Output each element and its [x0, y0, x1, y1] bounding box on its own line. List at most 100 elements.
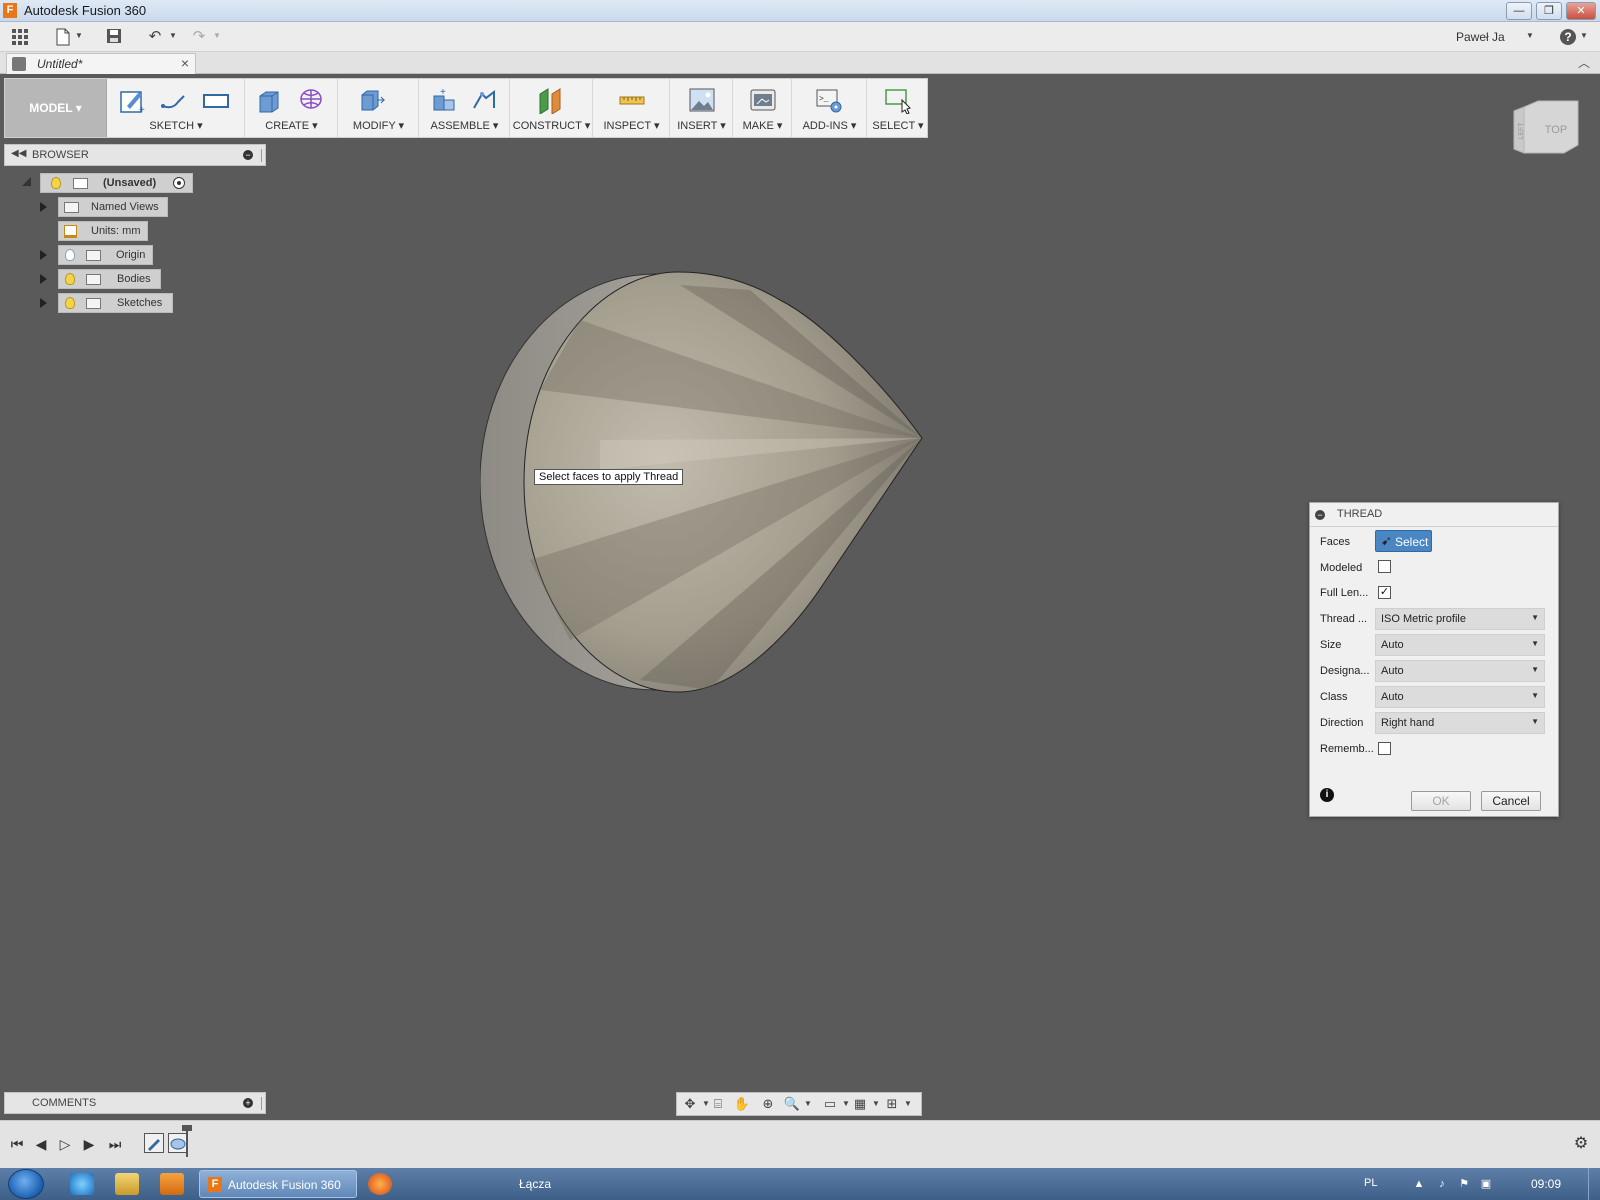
- select-group[interactable]: SELECT ▾: [868, 79, 928, 137]
- fit-caret-icon[interactable]: ▼: [799, 1096, 817, 1112]
- scripts-add-ins-icon[interactable]: >_: [815, 86, 843, 114]
- inspect-group[interactable]: INSPECT ▾: [594, 79, 670, 137]
- play-icon[interactable]: ▷: [56, 1135, 74, 1153]
- thread-dialog-header[interactable]: − THREAD: [1310, 503, 1558, 527]
- save-icon[interactable]: [104, 28, 124, 46]
- visibility-bulb-icon[interactable]: [65, 297, 75, 309]
- faces-select-button[interactable]: ➹ Select: [1375, 530, 1432, 552]
- restore-button[interactable]: ❐: [1536, 2, 1562, 20]
- help-caret-icon[interactable]: ▼: [1580, 31, 1588, 40]
- sketches-expander-icon[interactable]: [40, 298, 47, 308]
- sketch-rectangle-icon[interactable]: [202, 86, 230, 114]
- timeline-marker-handle[interactable]: [182, 1125, 192, 1131]
- show-hidden-icons-icon[interactable]: ▲: [1413, 1178, 1425, 1190]
- taskbar-fusion-button[interactable]: F Autodesk Fusion 360: [199, 1170, 357, 1198]
- input-language[interactable]: PL: [1364, 1177, 1377, 1189]
- undo-caret-icon[interactable]: ▼: [169, 31, 177, 40]
- browser-item-origin[interactable]: Origin: [58, 245, 153, 265]
- document-tab[interactable]: Untitled* ×: [6, 53, 196, 74]
- browser-item-bodies[interactable]: Bodies: [58, 269, 161, 289]
- bodies-expander-icon[interactable]: [40, 274, 47, 284]
- browser-root-node[interactable]: (Unsaved): [40, 173, 193, 193]
- timeline-sketch-feature[interactable]: [144, 1133, 164, 1153]
- sketch-group[interactable]: + SKETCH ▾: [108, 79, 245, 137]
- full-length-checkbox[interactable]: ✓: [1378, 586, 1391, 599]
- redo-caret-icon[interactable]: ▼: [213, 31, 221, 40]
- timeline-marker[interactable]: [186, 1127, 188, 1157]
- step-back-icon[interactable]: ◀: [32, 1135, 50, 1153]
- internet-explorer-icon[interactable]: [70, 1173, 94, 1195]
- size-dropdown[interactable]: Auto ▼: [1375, 634, 1545, 656]
- 3d-print-icon[interactable]: [749, 86, 777, 114]
- origin-expander-icon[interactable]: [40, 250, 47, 260]
- undo-icon[interactable]: ↶: [145, 28, 165, 46]
- browser-item-units[interactable]: Units: mm: [58, 221, 148, 241]
- class-dropdown[interactable]: Auto ▼: [1375, 686, 1545, 708]
- browser-item-sketches[interactable]: Sketches: [58, 293, 173, 313]
- go-to-start-icon[interactable]: ⏮: [8, 1135, 26, 1153]
- insert-group[interactable]: INSERT ▾: [671, 79, 733, 137]
- show-desktop-button[interactable]: [1588, 1168, 1600, 1200]
- viewcube-top-label[interactable]: TOP: [1545, 124, 1567, 136]
- root-expander-icon[interactable]: [22, 177, 31, 186]
- named-views-expander-icon[interactable]: [40, 202, 47, 212]
- pan-hand-icon[interactable]: ✋: [733, 1096, 751, 1112]
- ok-button[interactable]: OK: [1411, 791, 1471, 811]
- thread-type-dropdown[interactable]: ISO Metric profile ▼: [1375, 608, 1545, 630]
- collapse-browser-icon[interactable]: ◀◀: [11, 148, 26, 159]
- add-comment-icon[interactable]: +: [243, 1098, 253, 1108]
- workspace-switcher-button[interactable]: MODEL ▾: [5, 79, 107, 137]
- start-button[interactable]: [8, 1169, 44, 1199]
- create-group[interactable]: CREATE ▾: [246, 79, 338, 137]
- apps-grid-icon[interactable]: [10, 28, 30, 46]
- question-circle-icon[interactable]: ?: [1558, 28, 1578, 46]
- joint-icon[interactable]: [470, 86, 498, 114]
- press-pull-icon[interactable]: [357, 86, 385, 114]
- dialog-collapse-icon[interactable]: −: [1315, 510, 1325, 520]
- look-at-icon[interactable]: ⌸: [709, 1096, 727, 1112]
- new-component-icon[interactable]: +: [430, 86, 458, 114]
- zoom-icon[interactable]: ⊕: [759, 1096, 777, 1112]
- volume-icon[interactable]: ♪: [1436, 1178, 1448, 1190]
- modify-group[interactable]: MODIFY ▾: [339, 79, 419, 137]
- file-menu-caret-icon[interactable]: ▼: [75, 31, 83, 40]
- visibility-bulb-off-icon[interactable]: [65, 249, 75, 261]
- action-center-flag-icon[interactable]: ⚑: [1458, 1178, 1470, 1190]
- create-sketch-icon[interactable]: +: [119, 86, 147, 114]
- make-group[interactable]: MAKE ▾: [734, 79, 792, 137]
- file-explorer-icon[interactable]: [115, 1173, 139, 1195]
- go-to-end-icon[interactable]: ⏭: [106, 1135, 124, 1153]
- viewcube[interactable]: TOP LEFT: [1512, 97, 1580, 155]
- firefox-icon[interactable]: [368, 1173, 392, 1195]
- comments-panel-header[interactable]: COMMENTS +: [4, 1092, 266, 1114]
- extrude-icon[interactable]: [256, 86, 284, 114]
- timeline-revolve-feature[interactable]: [168, 1133, 188, 1153]
- minimize-button[interactable]: —: [1506, 2, 1532, 20]
- browser-resize-grip[interactable]: [261, 149, 263, 162]
- visibility-bulb-icon[interactable]: [65, 273, 75, 285]
- offset-plane-icon[interactable]: [537, 86, 565, 114]
- form-icon[interactable]: [298, 86, 326, 114]
- redo-icon[interactable]: ↷: [189, 28, 209, 46]
- file-menu-icon[interactable]: [53, 28, 73, 46]
- close-tab-icon[interactable]: ×: [181, 55, 189, 71]
- collapse-toolbar-icon[interactable]: ︿: [1578, 54, 1590, 71]
- measure-icon[interactable]: [618, 86, 646, 114]
- direction-dropdown[interactable]: Right hand ▼: [1375, 712, 1545, 734]
- modeled-checkbox[interactable]: [1378, 560, 1391, 573]
- step-forward-icon[interactable]: ▶: [80, 1135, 98, 1153]
- info-icon[interactable]: i: [1320, 788, 1334, 802]
- assemble-group[interactable]: + ASSEMBLE ▾: [420, 79, 510, 137]
- taskbar-links-toolbar[interactable]: Łącza: [519, 1177, 551, 1191]
- select-window-icon[interactable]: [884, 86, 912, 114]
- user-name[interactable]: Paweł Ja: [1456, 30, 1505, 44]
- network-icon[interactable]: ▣: [1480, 1178, 1492, 1190]
- viewports-caret-icon[interactable]: ▼: [899, 1096, 917, 1112]
- browser-item-named-views[interactable]: Named Views: [58, 197, 168, 217]
- remember-checkbox[interactable]: [1378, 742, 1391, 755]
- sketch-line-icon[interactable]: [160, 86, 188, 114]
- comments-resize-grip[interactable]: [261, 1097, 263, 1110]
- timeline-settings-gear-icon[interactable]: ⚙: [1572, 1135, 1590, 1153]
- construct-group[interactable]: CONSTRUCT ▾: [511, 79, 593, 137]
- taskbar-clock[interactable]: 09:09: [1531, 1177, 1561, 1191]
